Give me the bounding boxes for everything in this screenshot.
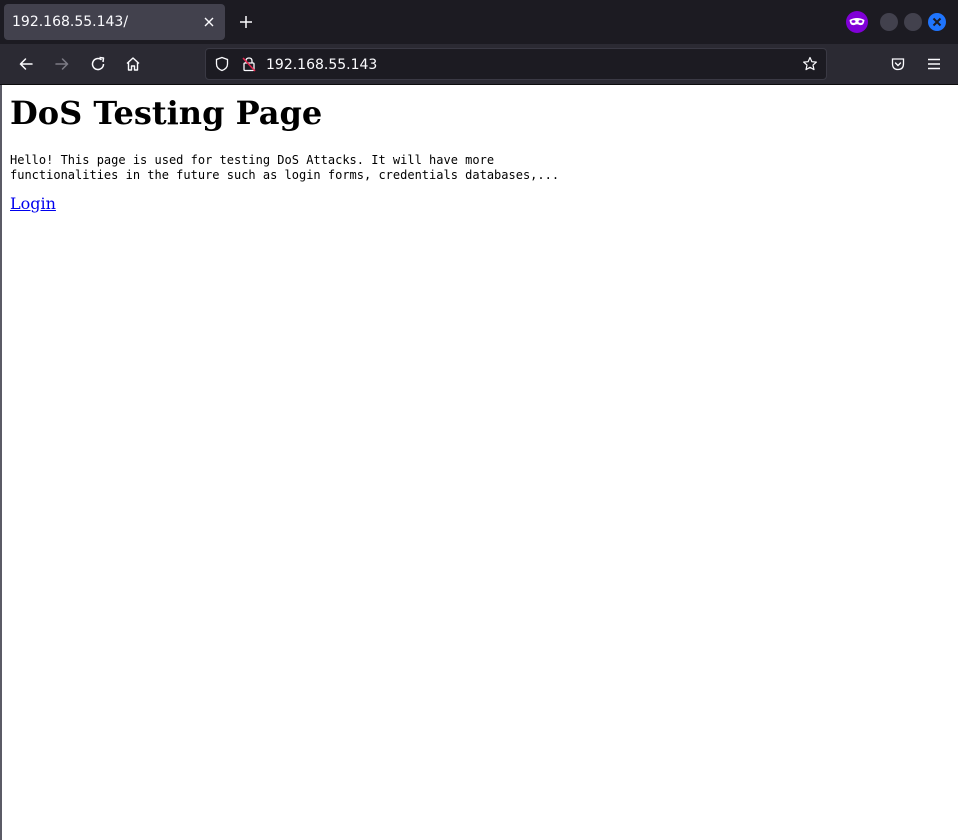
tab-active[interactable]: 192.168.55.143/: [4, 4, 225, 40]
private-mask-icon: [846, 11, 868, 33]
pocket-icon[interactable]: [890, 56, 906, 72]
arrow-right-icon[interactable]: [54, 56, 70, 72]
navigation-toolbar: 192.168.55.143: [0, 44, 958, 85]
home-icon[interactable]: [125, 56, 141, 72]
maximize-button[interactable]: [904, 13, 922, 31]
bookmark-star-icon[interactable]: [802, 56, 818, 72]
window-close-button[interactable]: [928, 13, 946, 31]
page-heading: DoS Testing Page: [10, 94, 323, 132]
insecure-lock-icon[interactable]: [241, 56, 257, 72]
reload-icon[interactable]: [90, 56, 106, 72]
shield-icon[interactable]: [214, 56, 230, 72]
url-text[interactable]: 192.168.55.143: [266, 56, 377, 74]
login-link[interactable]: Login: [10, 193, 56, 215]
url-bar[interactable]: 192.168.55.143: [205, 48, 827, 80]
minimize-button[interactable]: [880, 13, 898, 31]
arrow-left-icon[interactable]: [18, 56, 34, 72]
intro-text: Hello! This page is used for testing DoS…: [10, 153, 560, 182]
plus-icon[interactable]: [238, 14, 254, 30]
hamburger-menu-icon[interactable]: [926, 56, 942, 72]
page-content: DoS Testing Page Hello! This page is use…: [0, 85, 958, 840]
close-icon[interactable]: [201, 14, 217, 30]
tab-strip: 192.168.55.143/: [0, 0, 958, 44]
tab-title: 192.168.55.143/: [12, 14, 129, 30]
